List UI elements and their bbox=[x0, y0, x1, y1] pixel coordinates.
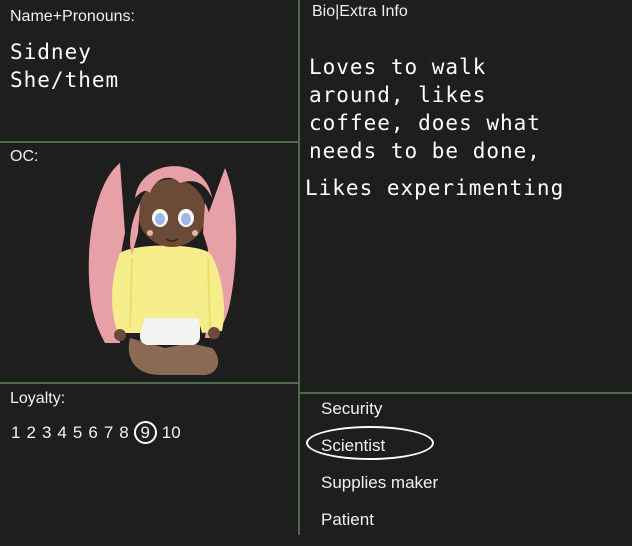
role-option-supplies-maker[interactable]: Supplies maker bbox=[321, 472, 438, 509]
bio-line-1: Loves to walk bbox=[309, 55, 487, 79]
oc-pronouns: She/them bbox=[10, 68, 120, 92]
bio-panel-label: Bio|Extra Info bbox=[312, 3, 408, 20]
role-option-patient[interactable]: Patient bbox=[321, 509, 438, 546]
loyalty-value[interactable]: 8 bbox=[119, 423, 128, 443]
right-divider bbox=[300, 392, 632, 394]
loyalty-value[interactable]: 4 bbox=[57, 423, 66, 443]
bio-extra-line: Likes experimenting bbox=[305, 176, 565, 200]
name-panel: Name+Pronouns: Sidney She/them bbox=[0, 0, 298, 141]
character-illustration bbox=[88, 163, 237, 375]
loyalty-value[interactable]: 2 bbox=[26, 423, 35, 443]
oc-panel: OC: bbox=[0, 143, 298, 382]
bio-panel: Bio|Extra Info Loves to walk around, lik… bbox=[300, 0, 632, 392]
loyalty-value[interactable]: 1 bbox=[11, 423, 20, 443]
loyalty-value[interactable]: 3 bbox=[42, 423, 51, 443]
loyalty-value-selected[interactable]: 9 bbox=[133, 421, 157, 444]
loyalty-value[interactable]: 6 bbox=[88, 423, 97, 443]
loyalty-value[interactable]: 10 bbox=[162, 423, 181, 443]
loyalty-value[interactable]: 5 bbox=[73, 423, 82, 443]
loyalty-value[interactable]: 7 bbox=[104, 423, 113, 443]
oc-name: Sidney bbox=[10, 40, 92, 64]
bio-line-2: around, likes bbox=[309, 83, 487, 107]
loyalty-label: Loyalty: bbox=[10, 390, 66, 407]
loyalty-scale: 1 2 3 4 5 6 7 8 9 10 bbox=[11, 421, 181, 444]
bio-line-4: needs to be done, bbox=[309, 139, 541, 163]
bio-line-3: coffee, does what bbox=[309, 111, 541, 135]
name-panel-label: Name+Pronouns: bbox=[10, 8, 135, 25]
loyalty-panel: Loyalty: bbox=[0, 384, 298, 535]
role-option-scientist[interactable]: Scientist bbox=[305, 426, 438, 472]
role-list: Security Scientist Supplies maker Patien… bbox=[305, 398, 438, 546]
